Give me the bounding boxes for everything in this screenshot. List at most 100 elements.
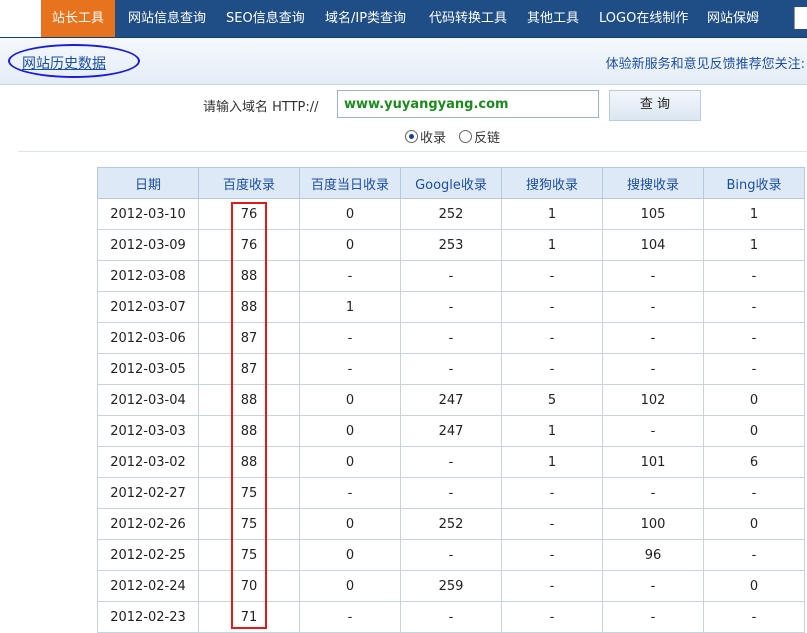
cell-baidu-daily: 1 [299, 291, 401, 323]
cell-soso: - [602, 291, 704, 323]
cell-baidu-daily: - [299, 260, 401, 292]
search-form: 请输入域名 HTTP:// 查 询 收录 反链 [0, 85, 807, 151]
cell-google: - [400, 477, 502, 509]
cell-sogou: - [501, 539, 603, 571]
sub-bar: 网站历史数据 体验新服务和意见反馈推荐您关注: [0, 38, 807, 85]
cell-soso: 96 [602, 539, 704, 571]
cell-bing: - [703, 539, 805, 571]
nav-item-site-info[interactable]: 网站信息查询 [128, 0, 206, 37]
cell-google: - [400, 539, 502, 571]
cell-baidu: 75 [198, 539, 300, 571]
table-row: 2012-02-23 71- - - - - [97, 601, 805, 633]
table-row: 2012-02-26 75 0 252-100 0 [97, 508, 805, 540]
table-row: 2012-03-03 88 0 247 1-0 [97, 415, 805, 447]
cell-baidu-daily: 0 [299, 570, 401, 602]
cell-baidu: 75 [198, 477, 300, 509]
cell-sogou: - [501, 260, 603, 292]
cell-sogou: 1 [501, 415, 603, 447]
cell-baidu: 87 [198, 322, 300, 354]
table-row: 2012-03-05 87- - - - - [97, 353, 805, 385]
cell-date: 2012-02-25 [97, 539, 199, 571]
cell-baidu: 87 [198, 353, 300, 385]
cell-date: 2012-03-08 [97, 260, 199, 292]
column-header-google: Google收录 [400, 167, 502, 199]
cell-google: - [400, 601, 502, 633]
cell-date: 2012-03-05 [97, 353, 199, 385]
table-row: 2012-03-08 88- - - - - [97, 260, 805, 292]
column-header-sogou: 搜狗收录 [501, 167, 603, 199]
cell-google: 252 [400, 198, 502, 230]
cell-date: 2012-03-04 [97, 384, 199, 416]
table-row: 2012-03-04 88 0 247 5 102 0 [97, 384, 805, 416]
nav-item-domain-ip[interactable]: 域名/IP类查询 [325, 0, 406, 37]
cell-google: - [400, 322, 502, 354]
cell-bing: 0 [703, 384, 805, 416]
cell-date: 2012-03-02 [97, 446, 199, 478]
table-row: 2012-02-27 75- - - - - [97, 477, 805, 509]
cell-bing: - [703, 353, 805, 385]
cell-soso: - [602, 415, 704, 447]
cell-google: - [400, 446, 502, 478]
cell-bing: 0 [703, 508, 805, 540]
cell-date: 2012-03-07 [97, 291, 199, 323]
cell-sogou: 5 [501, 384, 603, 416]
column-header-soso: 搜搜收录 [602, 167, 704, 199]
cell-sogou: 1 [501, 229, 603, 261]
cell-bing: 1 [703, 229, 805, 261]
cell-soso: 105 [602, 198, 704, 230]
nav-item-logo-maker[interactable]: LOGO在线制作 [599, 0, 688, 37]
cell-date: 2012-03-03 [97, 415, 199, 447]
radio-backlinks[interactable]: 反链 [459, 127, 500, 146]
column-header-baidu: 百度收录 [198, 167, 300, 199]
table-row: 2012-03-10 76 0 252 1 105 1 [97, 198, 805, 230]
column-header-baidu-daily: 百度当日收录 [299, 167, 401, 199]
search-button[interactable]: 查 询 [609, 90, 701, 121]
column-header-bing: Bing收录 [703, 167, 805, 199]
table-row: 2012-02-24 70 0 259- -0 [97, 570, 805, 602]
cell-baidu-daily: 0 [299, 415, 401, 447]
nav-item-seo-info[interactable]: SEO信息查询 [226, 0, 305, 37]
cell-date: 2012-02-26 [97, 508, 199, 540]
nav-item-other-tools[interactable]: 其他工具 [527, 0, 579, 37]
table-row: 2012-03-02 88 0-1 101 6 [97, 446, 805, 478]
cell-bing: 0 [703, 415, 805, 447]
cell-google: 259 [400, 570, 502, 602]
top-nav: 站长工具 网站信息查询 SEO信息查询 域名/IP类查询 代码转换工具 其他工具… [0, 0, 807, 38]
nav-item-webmaster-tools[interactable]: 站长工具 [41, 0, 115, 37]
cell-sogou: 1 [501, 446, 603, 478]
cell-baidu: 75 [198, 508, 300, 540]
cell-sogou: - [501, 508, 603, 540]
cell-baidu-daily: 0 [299, 446, 401, 478]
cell-soso: 102 [602, 384, 704, 416]
cell-baidu-daily: 0 [299, 198, 401, 230]
nav-item-site-nanny[interactable]: 网站保姆 [707, 0, 759, 37]
cell-sogou: - [501, 570, 603, 602]
domain-input[interactable] [337, 90, 599, 118]
table-row: 2012-03-06 87- - - - - [97, 322, 805, 354]
cell-bing: - [703, 477, 805, 509]
new-service-link[interactable]: 体验新服务 [606, 57, 671, 72]
cell-baidu-daily: - [299, 477, 401, 509]
cell-date: 2012-03-10 [97, 198, 199, 230]
subbar-right-links: 体验新服务和意见反馈推荐您关注: [606, 53, 805, 72]
feedback-link[interactable]: 意见反馈 [684, 57, 736, 72]
cell-baidu: 76 [198, 198, 300, 230]
cell-google: 253 [400, 229, 502, 261]
history-data-link[interactable]: 网站历史数据 [22, 53, 106, 73]
cell-soso: - [602, 353, 704, 385]
cell-baidu-daily: 0 [299, 508, 401, 540]
cell-soso: 100 [602, 508, 704, 540]
cell-date: 2012-02-24 [97, 570, 199, 602]
cell-date: 2012-03-09 [97, 229, 199, 261]
nav-item-code-convert[interactable]: 代码转换工具 [429, 0, 507, 37]
search-label: 请输入域名 HTTP:// [203, 100, 319, 115]
table-row: 2012-02-25 75 0- -96- [97, 539, 805, 571]
cell-baidu-daily: 0 [299, 539, 401, 571]
cell-baidu: 70 [198, 570, 300, 602]
cell-sogou: - [501, 477, 603, 509]
cell-baidu: 88 [198, 260, 300, 292]
cell-date: 2012-02-27 [97, 477, 199, 509]
and-text: 和 [670, 57, 684, 72]
radio-indexed[interactable]: 收录 [405, 127, 446, 146]
cell-bing: - [703, 291, 805, 323]
